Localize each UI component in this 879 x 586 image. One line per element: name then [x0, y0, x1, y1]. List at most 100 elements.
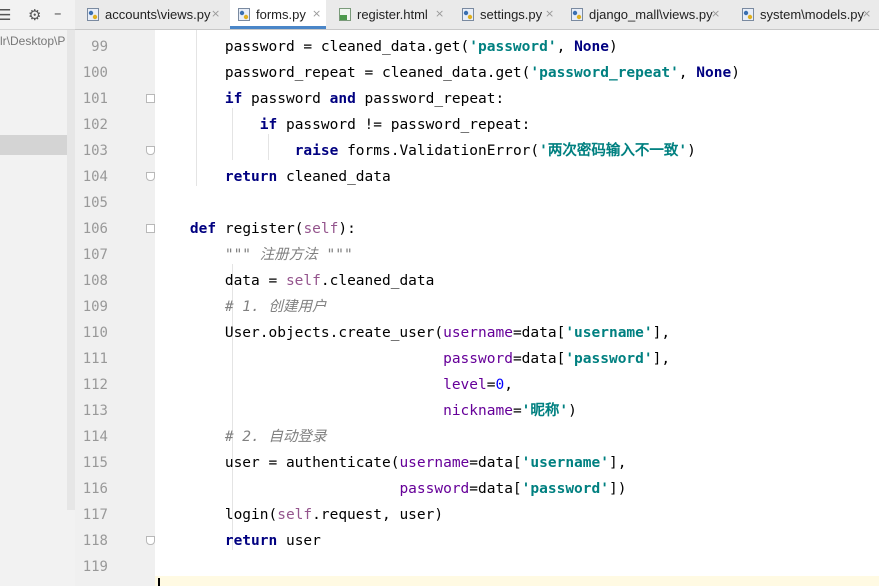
fold-end-icon[interactable]	[146, 146, 155, 155]
code-token: if	[259, 117, 278, 133]
close-icon[interactable]: ×	[711, 7, 720, 20]
code-token: =	[512, 403, 522, 419]
fold-end-icon[interactable]	[146, 536, 155, 545]
code-token: # 1. 创建用户	[224, 299, 327, 315]
code-token: password != password_repeat:	[277, 117, 531, 133]
code-token: user = authenticate(	[155, 455, 400, 471]
code-token: register(	[216, 221, 304, 237]
code-token: 'username'	[521, 455, 609, 471]
tab-settings[interactable]: settings.py ×	[454, 0, 559, 29]
code-token: ])	[608, 481, 627, 497]
project-tree-selected-row[interactable]	[0, 135, 75, 155]
current-line-highlight	[155, 576, 879, 586]
line-number: 111	[82, 351, 108, 367]
code-token: 'password'	[521, 481, 609, 497]
close-icon[interactable]: ×	[435, 7, 444, 20]
python-file-icon	[742, 8, 754, 21]
line-number: 105	[82, 195, 108, 211]
hide-panel-icon[interactable]: –	[54, 4, 62, 22]
code-token: )	[568, 403, 577, 419]
code-token: =data[	[469, 481, 522, 497]
gear-icon[interactable]: ⚙	[28, 6, 41, 24]
line-number: 116	[82, 481, 108, 497]
code-token: nickname	[443, 403, 513, 419]
code-token: None	[574, 39, 609, 55]
code-token: ,	[556, 39, 575, 55]
code-line: # 2. 自动登录	[155, 424, 327, 450]
code-line: password=data['password'])	[155, 476, 626, 502]
line-number: 107	[82, 247, 108, 263]
tab-django-mall-views[interactable]: django_mall\views.py ×	[563, 0, 726, 29]
code-token: user	[277, 533, 321, 549]
code-token: ],	[652, 351, 671, 367]
tab-label: accounts\views.py	[105, 7, 211, 22]
python-file-icon	[87, 8, 99, 21]
fold-end-icon[interactable]	[146, 172, 155, 181]
line-number: 113	[82, 403, 108, 419]
tab-register-html[interactable]: register.html ×	[331, 0, 449, 29]
code-token: =data[	[512, 325, 566, 341]
code-token: password_repeat:	[355, 91, 505, 107]
close-icon[interactable]: ×	[545, 7, 554, 20]
code-token: self	[303, 221, 339, 237]
line-number: 101	[82, 91, 108, 107]
fold-marker-icon[interactable]	[146, 224, 155, 233]
code-token: password = cleaned_data.get(	[155, 39, 470, 55]
code-line: password_repeat = cleaned_data.get('pass…	[155, 60, 740, 86]
code-line: if password and password_repeat:	[155, 86, 504, 112]
code-token: 'password'	[565, 351, 653, 367]
close-icon[interactable]: ×	[862, 7, 871, 20]
tab-accounts-views[interactable]: accounts\views.py ×	[79, 0, 225, 29]
code-token: return	[224, 533, 278, 549]
close-icon[interactable]: ×	[312, 7, 321, 20]
fold-marker-icon[interactable]	[146, 94, 155, 103]
tab-label: django_mall\views.py	[589, 7, 713, 22]
code-line: nickname='昵称')	[155, 398, 577, 424]
code-token: ,	[678, 65, 697, 81]
tab-system-models[interactable]: system\models.py ×	[734, 0, 879, 29]
code-line: """ 注册方法 """	[155, 242, 353, 268]
code-token: and	[329, 91, 356, 107]
tab-forms[interactable]: forms.py ×	[230, 0, 326, 29]
line-number: 104	[82, 169, 108, 185]
code-token: =data[	[469, 455, 522, 471]
code-token: """ 注册方法 """	[224, 247, 353, 263]
code-token: User.objects.create_user(	[155, 325, 444, 341]
html-file-icon	[339, 8, 351, 21]
code-token: password	[399, 481, 470, 497]
code-token: 'password'	[469, 39, 557, 55]
collapse-all-icon[interactable]: ☰	[0, 6, 11, 24]
python-file-icon	[462, 8, 474, 21]
code-line: password = cleaned_data.get('password', …	[155, 34, 618, 60]
editor-tab-bar: accounts\views.py × forms.py × register.…	[75, 0, 879, 30]
code-token: self	[277, 507, 313, 523]
close-icon[interactable]: ×	[211, 7, 220, 20]
code-line: return cleaned_data	[155, 164, 391, 190]
code-token: ,	[504, 377, 513, 393]
project-toolbar: ☰ ⚙ –	[0, 0, 75, 30]
code-line: raise forms.ValidationError('两次密码输入不一致')	[155, 138, 696, 164]
code-token: None	[696, 65, 732, 81]
line-number: 102	[82, 117, 108, 133]
code-token: )	[687, 143, 696, 159]
code-editor[interactable]: password = cleaned_data.get('password', …	[155, 30, 879, 586]
code-line: return user	[155, 528, 321, 554]
code-token: username	[399, 455, 470, 471]
code-token: cleaned_data	[277, 169, 391, 185]
code-token: data =	[155, 273, 286, 289]
code-token: self	[285, 273, 321, 289]
project-scrollbar[interactable]	[67, 30, 75, 510]
line-number: 117	[82, 507, 108, 523]
code-token: )	[608, 39, 618, 55]
line-number: 118	[82, 533, 108, 549]
code-token: 0	[495, 377, 505, 393]
code-line: def register(self):	[155, 216, 356, 242]
code-token: .request, user)	[312, 507, 444, 523]
code-token: password	[242, 91, 330, 107]
